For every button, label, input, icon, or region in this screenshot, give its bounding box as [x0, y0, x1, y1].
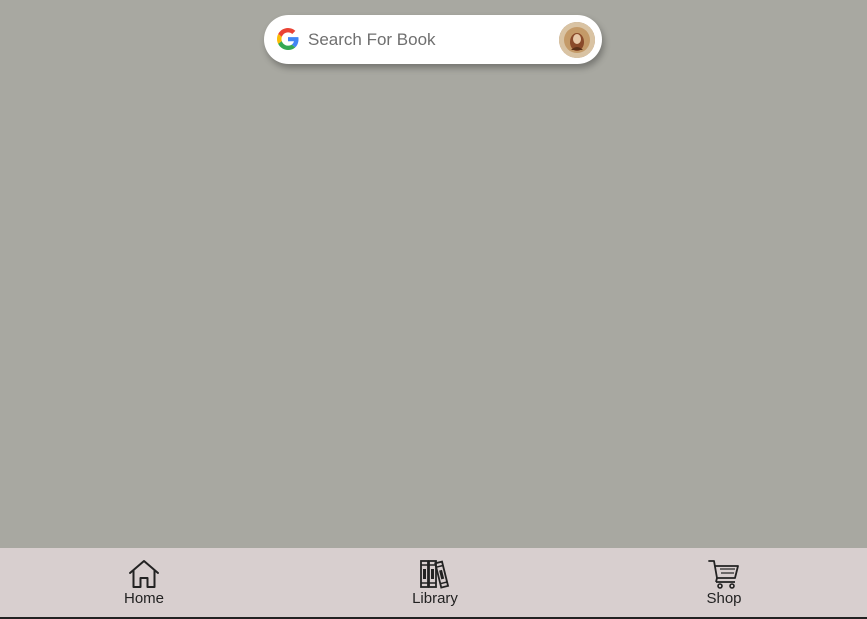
nav-label-shop: Shop: [706, 590, 742, 607]
bottom-navigation: Home Library Shop: [0, 548, 867, 619]
search-bar[interactable]: [264, 15, 602, 64]
nav-label-home: Home: [123, 590, 164, 607]
google-g-icon: [277, 28, 299, 50]
avatar-image: [559, 22, 595, 58]
nav-item-home[interactable]: Home: [84, 548, 204, 616]
nav-label-library: Library: [412, 590, 458, 607]
shopping-cart-icon: [708, 560, 739, 589]
user-avatar[interactable]: [559, 22, 595, 58]
home-icon: [129, 560, 159, 588]
app-screen: Home Library: [0, 0, 867, 619]
nav-item-library[interactable]: Library: [375, 548, 495, 616]
nav-item-shop[interactable]: Shop: [664, 548, 784, 616]
search-input[interactable]: [308, 25, 548, 54]
books-icon: [420, 560, 450, 589]
